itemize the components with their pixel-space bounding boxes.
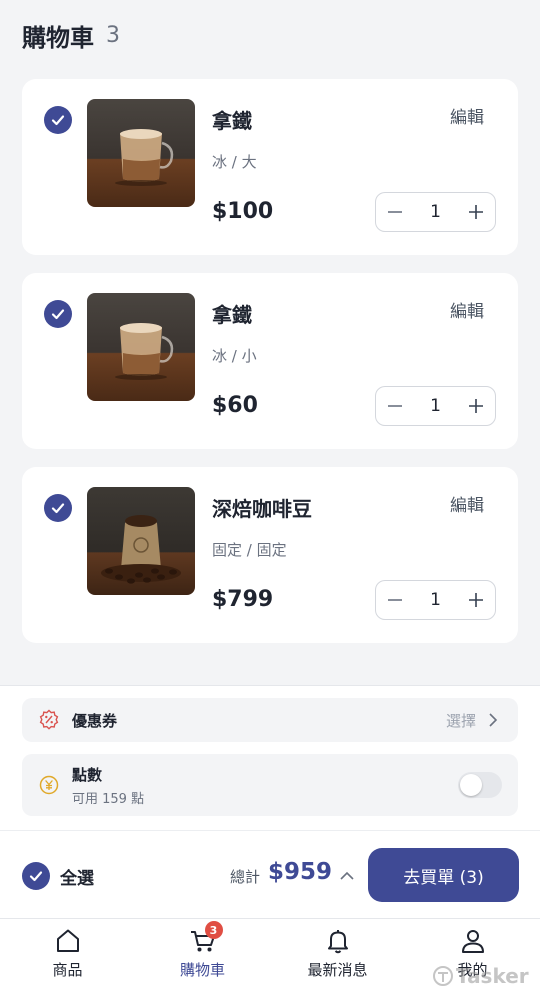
quantity-stepper: 1 — [375, 580, 496, 620]
tab-news[interactable]: 最新消息 — [270, 927, 405, 993]
coupon-row[interactable]: 優惠券 選擇 — [22, 698, 518, 742]
checkmark-icon — [29, 871, 43, 882]
cart-item-count: 3 — [106, 22, 120, 48]
product-name: 拿鐵 — [212, 303, 252, 327]
coupon-label: 優惠券 — [72, 711, 118, 730]
decrease-button[interactable] — [376, 581, 414, 619]
cart-item-card: 深焙咖啡豆 固定 / 固定 $799 編輯 1 — [22, 467, 518, 643]
product-price: $60 — [212, 393, 258, 418]
item-checkbox[interactable] — [44, 300, 72, 328]
points-texts: 點數 可用 159 點 — [72, 764, 144, 807]
toggle-knob — [460, 774, 482, 796]
coupon-badge-icon — [39, 709, 59, 730]
edit-link[interactable]: 編輯 — [450, 103, 484, 128]
coupon-select[interactable]: 選擇 — [446, 710, 502, 731]
quantity-value: 1 — [430, 396, 441, 416]
page-title: 購物車 — [22, 23, 94, 52]
checkmark-icon — [51, 115, 65, 126]
product-variant: 冰 / 小 — [212, 347, 257, 365]
minus-icon — [388, 599, 402, 601]
product-image[interactable] — [87, 293, 195, 401]
minus-icon — [388, 405, 402, 407]
cart-badge: 3 — [204, 921, 223, 939]
tab-products[interactable]: 商品 — [0, 927, 135, 993]
checkmark-icon — [51, 503, 65, 514]
points-row: 點數 可用 159 點 — [22, 754, 518, 816]
product-variant: 固定 / 固定 — [212, 541, 287, 559]
decrease-button[interactable] — [376, 387, 414, 425]
product-price: $799 — [212, 587, 274, 612]
edit-link[interactable]: 編輯 — [450, 297, 484, 322]
yen-coin-icon — [39, 775, 59, 795]
increase-button[interactable] — [457, 581, 495, 619]
cart-item-card: 拿鐵 冰 / 小 $60 編輯 1 — [22, 273, 518, 449]
quantity-stepper: 1 — [375, 386, 496, 426]
product-name: 深焙咖啡豆 — [212, 497, 312, 521]
increase-button[interactable] — [457, 387, 495, 425]
product-image[interactable] — [87, 99, 195, 207]
tab-label: 商品 — [52, 961, 83, 979]
product-name: 拿鐵 — [212, 109, 252, 133]
product-variant: 冰 / 大 — [212, 153, 257, 171]
watermark-logo-icon — [433, 966, 453, 986]
item-checkbox[interactable] — [44, 106, 72, 134]
points-toggle[interactable] — [458, 772, 502, 798]
points-available: 可用 159 點 — [72, 791, 145, 807]
minus-icon — [388, 211, 402, 213]
decrease-button[interactable] — [376, 193, 414, 231]
total-label: 總計 — [230, 868, 261, 886]
points-label: 點數 — [72, 765, 103, 784]
quantity-value: 1 — [430, 202, 441, 222]
bell-icon — [327, 930, 348, 954]
tab-label: 最新消息 — [307, 961, 368, 979]
tab-label: 購物車 — [179, 961, 225, 979]
item-checkbox[interactable] — [44, 494, 72, 522]
select-all-checkbox[interactable] — [22, 862, 50, 890]
select-all-label[interactable]: 全選 — [60, 864, 94, 889]
tab-cart[interactable]: 3 購物車 — [135, 921, 270, 993]
watermark: Tasker — [432, 964, 529, 988]
section-divider — [0, 685, 540, 686]
plus-icon — [469, 205, 483, 219]
checkout-button[interactable]: 去買單 (3) — [368, 848, 519, 902]
product-price: $100 — [212, 199, 274, 224]
home-icon — [56, 929, 79, 952]
watermark-text: Tasker — [456, 964, 529, 988]
coupon-action-label: 選擇 — [445, 711, 476, 730]
cart-item-card: 拿鐵 冰 / 大 $100 編輯 1 — [22, 79, 518, 255]
quantity-stepper: 1 — [375, 192, 496, 232]
chevron-right-icon — [489, 713, 498, 727]
chevron-up-icon[interactable] — [338, 867, 356, 885]
page-header: 購物車 3 — [0, 0, 540, 70]
edit-link[interactable]: 編輯 — [450, 491, 484, 516]
plus-icon — [469, 593, 483, 607]
increase-button[interactable] — [457, 193, 495, 231]
plus-icon — [469, 399, 483, 413]
checkmark-icon — [51, 309, 65, 320]
total-value: $959 — [268, 859, 333, 885]
product-image[interactable] — [87, 487, 195, 595]
quantity-value: 1 — [430, 590, 441, 610]
user-icon — [461, 930, 484, 953]
checkout-bar: 全選 總計 $959 去買單 (3) — [0, 830, 540, 918]
